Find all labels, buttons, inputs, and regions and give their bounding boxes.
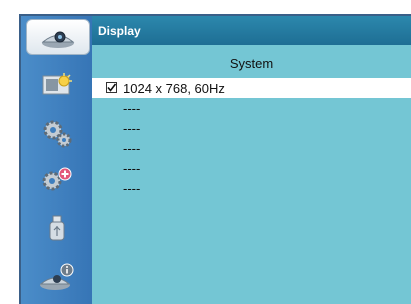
display-icon bbox=[38, 24, 78, 50]
image-adjust-icon bbox=[40, 72, 74, 98]
sidebar-item-image-adjust[interactable] bbox=[33, 70, 81, 100]
page-title: Display bbox=[98, 24, 141, 38]
list-item-label: ---- bbox=[123, 121, 141, 136]
list-item-selected[interactable]: 1024 x 768, 60Hz bbox=[92, 78, 411, 98]
sidebar-item-information[interactable] bbox=[33, 262, 81, 292]
sidebar-item-memory-viewer[interactable] bbox=[33, 214, 81, 244]
panel-header: Display bbox=[92, 16, 411, 45]
sidebar-item-display[interactable] bbox=[26, 19, 90, 55]
list-item[interactable]: ---- bbox=[92, 178, 411, 198]
list-item[interactable]: ---- bbox=[92, 158, 411, 178]
list-item-label: ---- bbox=[123, 161, 141, 176]
sidebar-item-extended[interactable] bbox=[33, 166, 81, 196]
list-item[interactable]: ---- bbox=[92, 138, 411, 158]
usb-memory-icon bbox=[46, 214, 68, 244]
list-item-label: 1024 x 768, 60Hz bbox=[123, 81, 225, 96]
settings-gear-icon bbox=[40, 118, 74, 148]
list-item[interactable]: ---- bbox=[92, 118, 411, 138]
information-icon bbox=[37, 262, 77, 292]
menu-sidebar bbox=[21, 16, 92, 304]
extended-settings-icon bbox=[39, 166, 75, 196]
checkbox[interactable] bbox=[106, 82, 117, 93]
list-item-label: ---- bbox=[123, 181, 141, 196]
list-item[interactable]: ---- bbox=[92, 98, 411, 118]
sidebar-item-settings[interactable] bbox=[33, 118, 81, 148]
list-item-label: ---- bbox=[123, 141, 141, 156]
column-heading-system: System bbox=[229, 56, 274, 71]
display-panel: Display System 1024 x 768, 60Hz ---- ---… bbox=[92, 16, 411, 304]
list-item-label: ---- bbox=[123, 101, 141, 116]
